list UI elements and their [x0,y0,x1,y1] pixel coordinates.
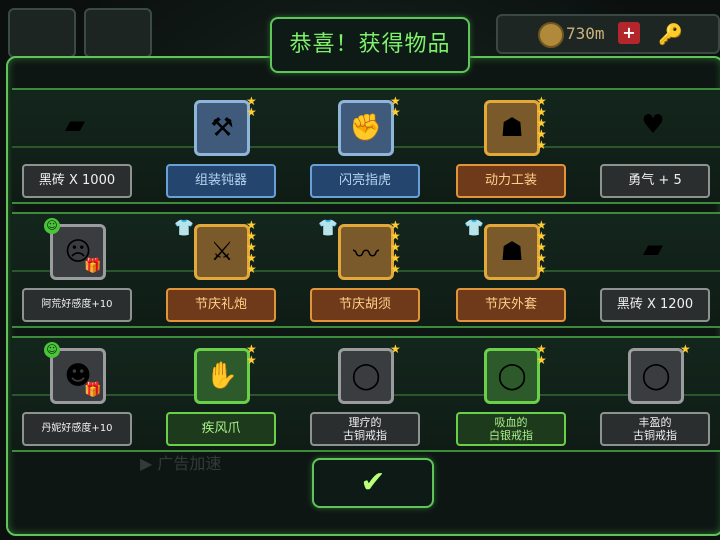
gift-icon: 🎁 [84,258,102,274]
item-label: 组装钝器 [166,164,276,198]
costume-icon: 👕 [318,218,338,237]
item-icon: 〰 [338,224,394,280]
rarity-stars: ★ ★ ★ ★ ★ [536,218,547,276]
reward-item[interactable]: ☻ ☺ 🎁 丹妮好感度+10 [22,338,132,450]
item-icon: ▰ [65,110,85,140]
add-currency-button[interactable]: + [618,22,640,44]
reward-item[interactable]: ⚔ ★ ★ ★ ★ ★ 👕 节庆礼炮 [166,214,276,326]
rarity-stars: ★ ★ ★ ★ ★ [536,94,547,152]
rarity-stars: ★ ★ ★ ★ ★ [390,218,401,276]
item-icon: ⚔ [194,224,250,280]
reward-item[interactable]: ⚒ ★ ★ 组装钝器 [166,90,276,202]
item-label: 节庆胡须 [310,288,420,322]
gift-icon: 🎁 [84,382,102,398]
item-icon: ◯ [338,348,394,404]
item-label: 阿荒好感度+10 [22,288,132,322]
affinity-badge-icon: ☺ [44,342,60,358]
costume-icon: 👕 [464,218,484,237]
menu-button[interactable] [8,8,76,58]
item-label: 勇气 + 5 [600,164,710,198]
rarity-stars: ★ ★ ★ ★ ★ [246,218,257,276]
item-icon: ☗ [484,100,540,156]
reward-item[interactable]: ◯ ★ 丰盈的 古铜戒指 [600,338,710,450]
rarity-stars: ★ ★ [536,342,547,367]
rarity-stars: ★ ★ [246,94,257,119]
item-icon: ✊ [338,100,394,156]
item-label: 吸血的 白银戒指 [456,412,566,446]
item-icon: ▰ [643,234,663,264]
item-label: 节庆外套 [456,288,566,322]
item-label: 黑砖 X 1200 [600,288,710,322]
reward-row: ☹ ☺ 🎁 阿荒好感度+10 ⚔ ★ ★ ★ ★ ★ 👕 节庆礼炮〰 ★ ★ ★ ★ ★ 👕 节庆胡… [12,212,720,328]
item-label: 丹妮好感度+10 [22,412,132,446]
reward-item[interactable]: ✊ ★ ★ 闪亮指虎 [310,90,420,202]
reward-item[interactable]: 〰 ★ ★ ★ ★ ★ 👕 节庆胡须 [310,214,420,326]
item-icon: ♥ [641,110,665,140]
item-label: 闪亮指虎 [310,164,420,198]
reward-item[interactable]: ☹ ☺ 🎁 阿荒好感度+10 [22,214,132,326]
reward-item[interactable]: ☗ ★ ★ ★ ★ ★ 👕 节庆外套 [456,214,566,326]
rarity-stars: ★ ★ [390,94,401,119]
reward-row: ☻ ☺ 🎁 丹妮好感度+10 ✋ ★ ★ 疾风爪 ◯ ★ 理疗的 古铜戒指 ◯ ★ ★ 吸血的 白银戒指… [12,336,720,452]
shuriken-button[interactable] [84,8,152,58]
item-label: 丰盈的 古铜戒指 [600,412,710,446]
rarity-stars: ★ [390,342,401,356]
currency-display: 730m + 🔑 [496,14,720,54]
item-icon: ◯ [484,348,540,404]
item-icon: ✋ [194,348,250,404]
reward-item[interactable]: ▰ 黑砖 X 1200 [600,214,710,326]
item-label: 疾风爪 [166,412,276,446]
item-icon: ⚒ [194,100,250,156]
reward-item[interactable]: ☗ ★ ★ ★ ★ ★ 动力工装 [456,90,566,202]
rarity-stars: ★ ★ [246,342,257,367]
costume-icon: 👕 [174,218,194,237]
item-label: 节庆礼炮 [166,288,276,322]
item-label: 黑砖 X 1000 [22,164,132,198]
reward-item[interactable]: ▰ 黑砖 X 1000 [22,90,132,202]
key-icon: 🔑 [658,22,683,46]
rarity-stars: ★ [680,342,691,356]
reward-item[interactable]: ♥ 勇气 + 5 [600,90,710,202]
reward-item[interactable]: ◯ ★ ★ 吸血的 白银戒指 [456,338,566,450]
item-label: 理疗的 古铜戒指 [310,412,420,446]
affinity-badge-icon: ☺ [44,218,60,234]
item-icon: ☗ [484,224,540,280]
reward-item[interactable]: ✋ ★ ★ 疾风爪 [166,338,276,450]
item-icon: ◯ [628,348,684,404]
reward-item[interactable]: ◯ ★ 理疗的 古铜戒指 [310,338,420,450]
currency-amount: 730m [566,24,605,43]
timer-icon [538,22,564,48]
ad-speedup-text: ▶ 广告加速 [140,454,222,473]
reward-row: ▰ 黑砖 X 1000 ⚒ ★ ★ 组装钝器 ✊ ★ ★ 闪亮指虎 ☗ ★ ★ ★ ★ ★ 动力工装… [12,88,720,204]
dialog-title: 恭喜！获得物品 [270,17,470,73]
confirm-button[interactable]: ✔ [312,458,434,508]
item-label: 动力工装 [456,164,566,198]
